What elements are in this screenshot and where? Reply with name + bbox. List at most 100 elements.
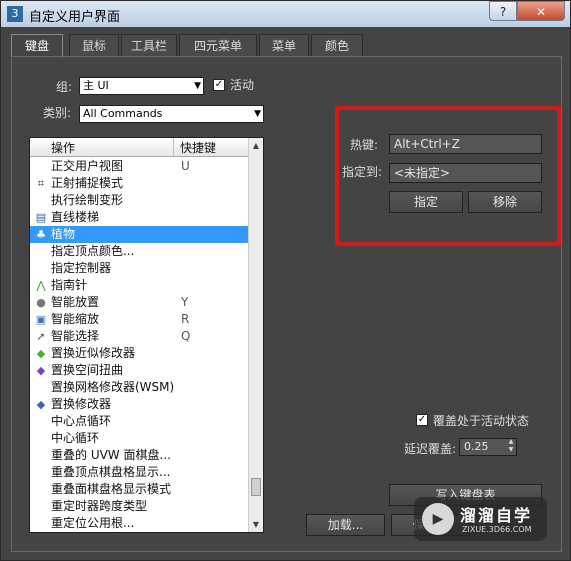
remove-button[interactable]: 移除 — [468, 191, 542, 213]
list-header: 操作 快捷键 — [30, 138, 248, 157]
customize-ui-dialog: 3 自定义用户界面 ? ✕ 键盘 鼠标 工具栏 四元菜单 菜单 颜色 组: 主 … — [0, 0, 571, 561]
scroll-down-icon[interactable]: ▼ — [249, 517, 263, 532]
plant-icon: ♣ — [36, 228, 46, 241]
load-button[interactable]: 加载... — [306, 514, 385, 536]
tab-toolbars[interactable]: 工具栏 — [121, 34, 177, 56]
list-item-shortcut: R — [181, 312, 190, 326]
list-item[interactable]: 重叠的 UVW 面棋盘... — [30, 447, 248, 464]
active-checkbox[interactable]: ✓ — [213, 79, 225, 91]
list-item[interactable]: 重叠面棋盘格显示模式 — [30, 481, 248, 498]
list-item-name: 中心点循环 — [51, 414, 112, 428]
group-select[interactable]: 主 UI ▼ — [79, 77, 204, 95]
smart-scale-icon: ▣ — [35, 313, 47, 326]
list-item[interactable]: ◆ 置换空间扭曲 — [30, 362, 248, 379]
window-title: 自定义用户界面 — [29, 10, 121, 25]
list-item-name: 中心循环 — [51, 431, 100, 445]
tab-keyboard[interactable]: 键盘 — [11, 34, 63, 58]
category-label: 类别: — [43, 106, 72, 120]
list-item[interactable]: ➚ 智能选择 Q — [30, 328, 248, 345]
list-item-shortcut: Y — [181, 295, 189, 309]
column-shortcut[interactable]: 快捷键 — [180, 139, 216, 156]
assigned-to-field: <未指定> — [389, 163, 542, 183]
action-list[interactable]: 操作 快捷键 正交用户视图 U ⌗ 正射捕捉模式 执行绘制变形 ▤ 直线楼梯 ♣ 植物指定顶点颜… — [29, 137, 264, 533]
spinner-arrows-icon[interactable]: ▲ ▼ — [505, 438, 517, 456]
list-item-name: 直线楼梯 — [51, 210, 100, 224]
app-icon: 3 — [7, 6, 23, 22]
column-divider[interactable] — [173, 138, 174, 156]
list-item[interactable]: ⋀ 指南针 — [30, 277, 248, 294]
group-label: 组: — [56, 80, 73, 94]
list-item[interactable]: 中心点循环 — [30, 413, 248, 430]
list-item[interactable]: ♣ 植物 — [30, 226, 248, 243]
tab-mouse[interactable]: 鼠标 — [69, 34, 119, 56]
scroll-thumb[interactable] — [251, 478, 261, 496]
list-item-name: 重叠面棋盘格显示模式 — [51, 482, 172, 496]
stairs-icon: ▤ — [35, 211, 47, 224]
list-item-name: 执行绘制变形 — [51, 193, 124, 207]
smart-place-icon: ● — [36, 296, 46, 309]
list-item-shortcut: U — [181, 159, 190, 173]
list-item[interactable]: ● 智能放置 Y — [30, 294, 248, 311]
assigned-to-label: 指定到: — [342, 165, 383, 179]
list-item[interactable]: 执行绘制变形 — [30, 192, 248, 209]
list-item-name: 智能缩放 — [51, 312, 100, 326]
close-button[interactable]: ✕ — [517, 1, 565, 21]
override-label: 覆盖处于活动状态 — [433, 414, 530, 428]
list-scrollbar[interactable]: ▲ ▼ — [248, 138, 263, 532]
smart-select-icon: ➚ — [36, 330, 46, 343]
category-select[interactable]: All Commands ▼ — [79, 105, 264, 123]
list-item-name: 置换空间扭曲 — [51, 363, 124, 377]
chevron-down-icon: ▼ — [194, 81, 201, 91]
hotkey-input[interactable]: Alt+Ctrl+Z — [389, 134, 542, 154]
list-item-name: 正射捕捉模式 — [51, 176, 124, 190]
tab-menus[interactable]: 菜单 — [259, 34, 309, 56]
override-checkbox[interactable]: ✓ — [416, 414, 428, 426]
list-item-shortcut: Q — [181, 329, 191, 343]
column-action[interactable]: 操作 — [51, 139, 75, 156]
snap-icon: ⌗ — [37, 177, 45, 190]
modifier-green-icon: ◆ — [36, 347, 46, 360]
list-item-name: 重叠顶点棋盘格显示... — [51, 465, 171, 479]
list-item[interactable]: ◆ 置换近似修改器 — [30, 345, 248, 362]
watermark-name: 溜溜自学 — [460, 506, 533, 525]
list-item[interactable]: ◆ 置换修改器 — [30, 396, 248, 413]
list-item-name: 正交用户视图 — [51, 159, 124, 173]
list-item[interactable]: 重定位公用根... — [30, 515, 248, 532]
help-button[interactable]: ? — [489, 1, 517, 21]
list-item[interactable]: 置换网格修改器(WSM) — [30, 379, 248, 396]
tab-colors[interactable]: 颜色 — [311, 34, 363, 56]
list-item-name: 智能放置 — [51, 295, 100, 309]
list-item[interactable]: ▣ 智能缩放 R — [30, 311, 248, 328]
modifier-blue-icon: ◆ — [36, 398, 46, 411]
delay-override-label: 延迟覆盖: — [404, 442, 457, 456]
list-item[interactable]: 中心循环 — [30, 430, 248, 447]
list-item[interactable]: 正交用户视图 U — [30, 158, 248, 175]
list-item-name: 植物 — [51, 227, 76, 241]
list-item-name: 置换修改器 — [51, 397, 112, 411]
list-item[interactable]: 重叠顶点棋盘格显示... — [30, 464, 248, 481]
active-label: 活动 — [230, 78, 255, 92]
list-item[interactable]: 重定时器跨度类型 — [30, 498, 248, 515]
assign-button[interactable]: 指定 — [389, 191, 463, 213]
list-item-name: 置换网格修改器(WSM) — [51, 380, 175, 394]
list-item[interactable]: 指定顶点颜色... — [30, 243, 248, 260]
watermark: ▶ 溜溜自学 ZIXUE.3D66.COM — [414, 497, 547, 541]
list-item-name: 指定控制器 — [51, 261, 112, 275]
chevron-down-icon: ▼ — [254, 109, 261, 119]
list-item[interactable]: ⌗ 正射捕捉模式 — [30, 175, 248, 192]
group-select-value: 主 UI — [83, 79, 109, 92]
tab-quad-menus[interactable]: 四元菜单 — [179, 34, 257, 56]
category-select-value: All Commands — [83, 107, 163, 120]
list-item-name: 指南针 — [51, 278, 88, 292]
compass-icon: ⋀ — [36, 279, 46, 292]
list-item[interactable]: 指定控制器 — [30, 260, 248, 277]
list-item-name: 置换近似修改器 — [51, 346, 136, 360]
list-item[interactable]: ▤ 直线楼梯 — [30, 209, 248, 226]
title-bar[interactable]: 3 自定义用户界面 ? ✕ — [1, 1, 570, 27]
list-item-name: 重叠的 UVW 面棋盘... — [51, 448, 171, 462]
watermark-url: ZIXUE.3D66.COM — [462, 525, 532, 534]
scroll-up-icon[interactable]: ▲ — [249, 138, 263, 153]
list-item-name: 指定顶点颜色... — [51, 244, 135, 258]
play-icon: ▶ — [422, 503, 454, 535]
list-item-name: 重定位公用根... — [51, 516, 135, 530]
